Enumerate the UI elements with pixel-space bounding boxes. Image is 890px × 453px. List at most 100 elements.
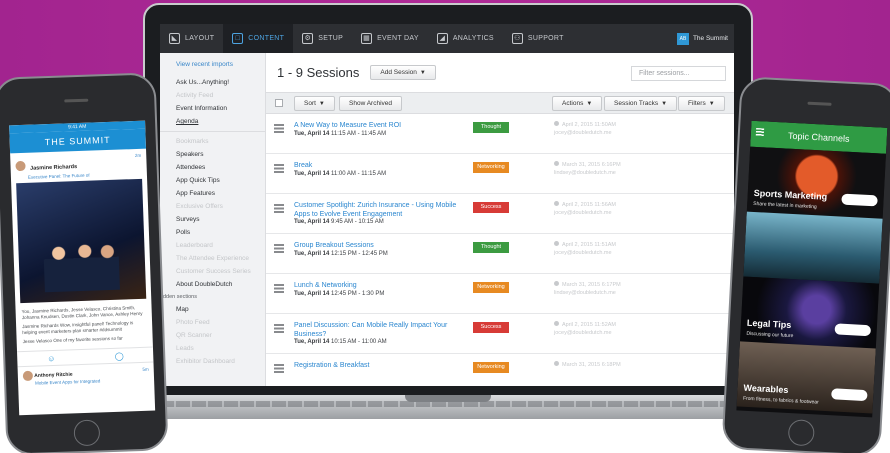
session-title[interactable]: A New Way to Measure Event ROI: [294, 122, 466, 131]
nav-analytics[interactable]: ◢ ANALYTICS: [428, 24, 503, 53]
sort-label: Sort: [304, 100, 316, 107]
menu-icon[interactable]: [755, 127, 765, 137]
gear-icon: ⚙: [302, 33, 314, 44]
track-badge: Networking: [473, 362, 509, 373]
main-panel: 1 - 9 Sessions Add Session ▼ Filter sessi…: [266, 53, 734, 386]
feed-post[interactable]: Jasmine Richards 2m Executive Panel: The…: [10, 149, 147, 181]
channel-tile[interactable]: Legal Tips Discussing our future: [739, 276, 880, 349]
session-stack-icon: [274, 364, 284, 373]
sidebar-item-speakers[interactable]: Speakers: [160, 148, 265, 161]
sidebar-item-activity-feed[interactable]: Activity Feed: [160, 89, 265, 102]
post-time: 2m: [134, 152, 142, 159]
sessions-list: A New Way to Measure Event ROI Tue, April…: [266, 114, 734, 386]
track-badge: Networking: [473, 162, 509, 173]
session-updated: April 2, 2015 11:50AM jocey@doubledutch.m…: [554, 121, 616, 137]
sidebar-item-leaderboard[interactable]: Leaderboard: [160, 239, 265, 252]
sidebar-item-map[interactable]: Map: [160, 303, 265, 316]
session-title[interactable]: Customer Spotlight: Zurich Insurance - U…: [294, 202, 466, 219]
nav-content[interactable]: □ CONTENT: [223, 24, 294, 53]
channel-subtitle: Share the latest in marketing: [753, 200, 817, 211]
session-title[interactable]: Panel Discussion: Can Mobile Really Impa…: [294, 322, 466, 339]
filters-button[interactable]: Filters ▼: [678, 96, 725, 111]
add-session-button[interactable]: Add Session ▼: [370, 65, 436, 80]
view-recent-imports-link[interactable]: View recent imports: [160, 61, 265, 76]
show-archived-button[interactable]: Show Archived: [339, 96, 402, 111]
post-photo[interactable]: [16, 178, 147, 304]
feed-post[interactable]: Anthony Ritchie 5m Mobile Event Apps for…: [18, 363, 155, 391]
sidebar-item-event-information[interactable]: Event Information: [160, 102, 265, 115]
sidebar-item-qr-scanner[interactable]: QR Scanner: [160, 329, 265, 342]
home-button[interactable]: [73, 419, 101, 447]
nav-support[interactable]: ⚇ SUPPORT: [503, 24, 573, 53]
sidebar-item-customer-success-series[interactable]: Customer Success Series: [160, 265, 265, 278]
sidebar-item-surveys[interactable]: Surveys: [160, 213, 265, 226]
updated-time: March 31, 2015 6:16PM: [562, 162, 621, 168]
clock-icon: [554, 321, 559, 326]
table-row[interactable]: Break Tue, April 14 11:00 AM - 11:15 AM Ne…: [266, 154, 734, 194]
app-title: Topic Channels: [787, 130, 850, 144]
phone-right-screen: Topic Channels Sports Marketing Share th…: [736, 120, 888, 418]
caret-down-icon: ▼: [419, 69, 426, 76]
sidebar-item-the-attendee-experience[interactable]: The Attendee Experience: [160, 252, 265, 265]
track-badge: Thought: [473, 242, 509, 253]
nav-event-day[interactable]: ▦ EVENT DAY: [352, 24, 428, 53]
nav-setup[interactable]: ⚙ SETUP: [293, 24, 352, 53]
sidebar-item-attendees[interactable]: Attendees: [160, 161, 265, 174]
updated-time: April 2, 2015 11:51AM: [562, 242, 617, 248]
laptop-screen: ◣ LAYOUT □ CONTENT ⚙ SETUP ▦ EVENT DAY ◢ ANALYTIC…: [160, 24, 734, 386]
sidebar-item-exclusive-offers[interactable]: Exclusive Offers: [160, 200, 265, 213]
clock-icon: [554, 161, 559, 166]
channel-tile[interactable]: Wearables From fitness, to fabrics & foo…: [736, 341, 876, 414]
channel-title: Sports Marketing: [753, 187, 828, 202]
actions-label: Actions: [562, 100, 584, 107]
sidebar-item-agenda[interactable]: Agenda: [160, 115, 265, 128]
sidebar-item-polls[interactable]: Polls: [160, 226, 265, 239]
like-icon[interactable]: ☺: [17, 350, 85, 366]
nav-label: CONTENT: [248, 35, 285, 42]
actions-button[interactable]: Actions ▼: [552, 96, 603, 111]
session-updated: March 31, 2015 6:16PM lindsey@doubledutch…: [554, 161, 621, 177]
comment-icon[interactable]: ◯: [85, 348, 153, 364]
sidebar-item-bookmarks[interactable]: Bookmarks: [160, 135, 265, 148]
channel-tile[interactable]: [743, 211, 883, 284]
session-date: Tue, April 14 10:15 AM - 11:00 AM: [294, 339, 387, 345]
clock-icon: [554, 281, 559, 286]
sidebar-item-about-doubledutch[interactable]: About DoubleDutch: [160, 278, 265, 291]
session-title[interactable]: Group Breakout Sessions: [294, 242, 466, 251]
sidebar-item-ask-us-anything[interactable]: Ask Us...Anything!: [160, 76, 265, 89]
session-day: Tue, April 14: [294, 251, 330, 257]
table-row[interactable]: Panel Discussion: Can Mobile Really Impa…: [266, 314, 734, 354]
session-date: Tue, April 14 12:45 PM - 1:30 PM: [294, 291, 384, 297]
sidebar-section-heading: dden sections: [163, 294, 197, 300]
table-row[interactable]: Customer Spotlight: Zurich Insurance - U…: [266, 194, 734, 234]
filter-sessions-input[interactable]: Filter sessions...: [631, 66, 726, 81]
session-title[interactable]: Registration & Breakfast: [294, 362, 466, 371]
support-icon: ⚇: [511, 33, 523, 44]
nav-layout[interactable]: ◣ LAYOUT: [160, 24, 223, 53]
session-updated: April 2, 2015 11:56AM jocey@doubledutch.m…: [554, 201, 616, 217]
session-tracks-button[interactable]: Session Tracks ▼: [604, 96, 678, 111]
track-badge: Success: [473, 322, 509, 333]
sort-button[interactable]: Sort ▼: [294, 96, 335, 111]
table-row[interactable]: Registration & Breakfast Networking March…: [266, 354, 734, 386]
sidebar-item-app-quick-tips[interactable]: App Quick Tips: [160, 174, 265, 187]
table-row[interactable]: A New Way to Measure Event ROI Tue, April…: [266, 114, 734, 154]
updated-by: jocey@doubledutch.me: [554, 330, 612, 336]
channel-tile[interactable]: Sports Marketing Share the latest in mar…: [746, 146, 887, 219]
session-day: Tue, April 14: [294, 131, 330, 137]
sidebar-item-exhibitor-dashboard[interactable]: Exhibitor Dashboard: [160, 355, 265, 368]
session-title[interactable]: Lunch & Networking: [294, 282, 466, 291]
track-badge: Thought: [473, 122, 509, 133]
session-stack-icon: [274, 244, 284, 253]
session-title[interactable]: Break: [294, 162, 466, 171]
table-row[interactable]: Group Breakout Sessions Tue, April 14 12:…: [266, 234, 734, 274]
sidebar-item-photo-feed[interactable]: Photo Feed: [160, 316, 265, 329]
table-row[interactable]: Lunch & Networking Tue, April 14 12:45 PM…: [266, 274, 734, 314]
home-button[interactable]: [787, 419, 815, 447]
sidebar-item-app-features[interactable]: App Features: [160, 187, 265, 200]
select-all-checkbox[interactable]: [275, 99, 283, 107]
updated-time: March 31, 2015 6:18PM: [562, 362, 621, 368]
sidebar-item-leads[interactable]: Leads: [160, 342, 265, 355]
brand[interactable]: AB The Summit: [676, 32, 734, 45]
members-avatars: [834, 323, 872, 337]
